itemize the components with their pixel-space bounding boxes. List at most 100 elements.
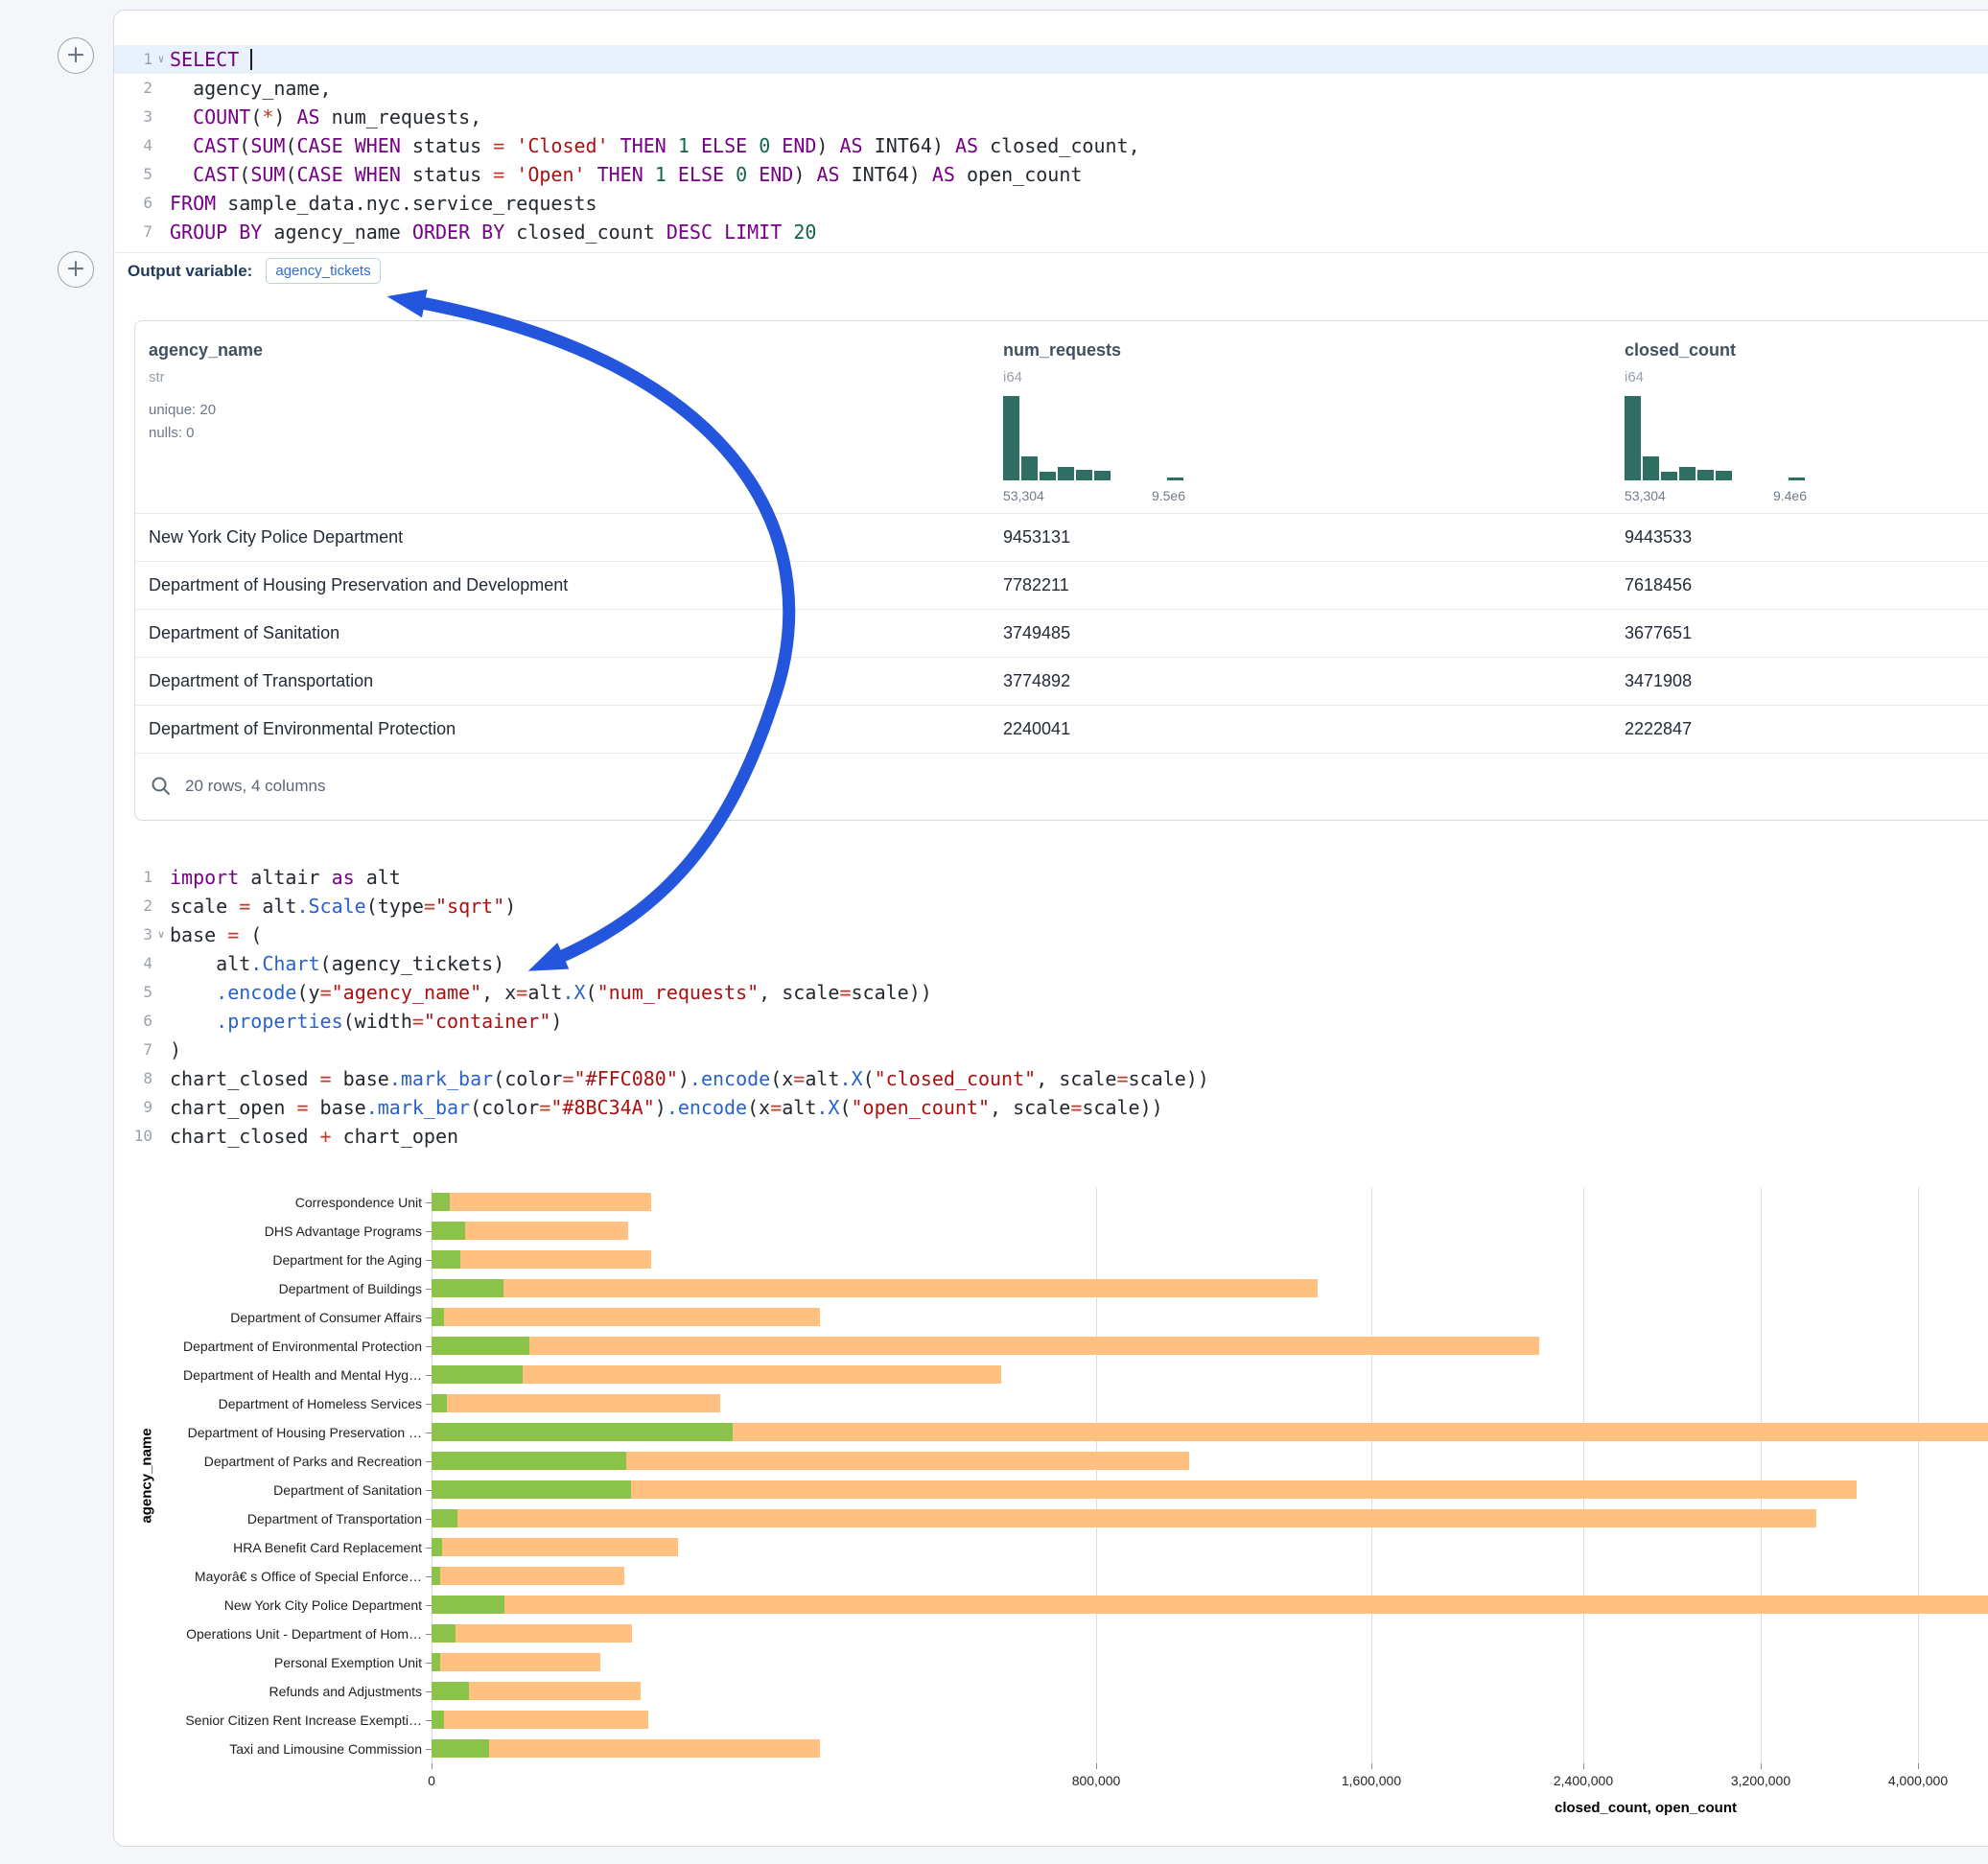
histogram-bar xyxy=(1625,396,1641,480)
table-cell: 7618456 xyxy=(1625,562,1692,609)
chart-bar-open xyxy=(432,1250,460,1269)
code-line[interactable]: 6FROM sample_data.nyc.service_requests xyxy=(114,189,1988,218)
x-tick-mark xyxy=(1096,1763,1097,1769)
code-text: alt.Chart(agency_tickets) xyxy=(170,949,504,978)
chart-bar-open xyxy=(432,1567,440,1585)
fold-chevron-icon[interactable]: ∨ xyxy=(152,45,170,74)
code-line[interactable]: 4 alt.Chart(agency_tickets) xyxy=(114,949,1988,978)
code-token: = xyxy=(1070,1096,1082,1119)
line-number: 3 xyxy=(114,103,152,131)
chart-row xyxy=(432,1418,1988,1447)
table-cell: 7782211 xyxy=(1003,562,1069,609)
code-line[interactable]: 7) xyxy=(114,1036,1988,1064)
code-token: = xyxy=(839,981,851,1004)
code-token: num_requests, xyxy=(320,105,482,128)
add-cell-button-middle[interactable]: + xyxy=(58,251,94,288)
code-line[interactable]: 2 agency_name, xyxy=(114,74,1988,103)
y-axis-label: Personal Exemption Unit xyxy=(134,1648,432,1677)
chart-bar-closed xyxy=(432,1337,1539,1355)
code-line[interactable]: 6 .properties(width="container") xyxy=(114,1007,1988,1036)
fold-spacer xyxy=(152,1007,170,1036)
code-line[interactable]: 4 CAST(SUM(CASE WHEN status = 'Closed' T… xyxy=(114,131,1988,160)
code-line[interactable]: 9chart_open = base.mark_bar(color="#8BC3… xyxy=(114,1093,1988,1122)
fold-spacer xyxy=(152,131,170,160)
code-token: 'Closed' xyxy=(516,134,608,157)
chart-row xyxy=(432,1619,1988,1648)
code-line[interactable]: 2scale = alt.Scale(type="sqrt") xyxy=(114,892,1988,920)
code-token xyxy=(690,134,701,157)
code-token: "#8BC34A" xyxy=(550,1096,654,1119)
chart-bar-closed xyxy=(432,1308,820,1326)
code-token xyxy=(170,134,193,157)
fold-spacer xyxy=(152,1036,170,1064)
code-token: "agency_name" xyxy=(332,981,482,1004)
code-token: altair xyxy=(239,866,331,889)
line-number: 5 xyxy=(114,160,152,189)
histogram-bar xyxy=(1643,456,1659,480)
chart-row xyxy=(432,1648,1988,1677)
code-line[interactable]: 1import altair as alt xyxy=(114,863,1988,892)
column-stat: nulls: 0 xyxy=(149,425,195,441)
line-number: 6 xyxy=(114,1007,152,1036)
table-row[interactable]: Department of Sanitation37494853677651 xyxy=(135,609,1988,657)
sql-code-cell[interactable]: 1∨SELECT 2 agency_name,3 COUNT(*) AS num… xyxy=(114,45,1988,246)
y-axis-label-text: Department of Housing Preservation … xyxy=(188,1425,422,1440)
fold-spacer xyxy=(152,1093,170,1122)
y-axis-label: Department of Sanitation xyxy=(134,1476,432,1504)
code-line[interactable]: 7GROUP BY agency_name ORDER BY closed_co… xyxy=(114,218,1988,246)
code-token: = xyxy=(493,163,504,186)
code-line[interactable]: 3∨base = ( xyxy=(114,920,1988,949)
code-token: "#FFC080" xyxy=(573,1067,677,1090)
table-row[interactable]: Department of Transportation377489234719… xyxy=(135,657,1988,705)
code-token: scale)) xyxy=(1082,1096,1162,1119)
code-line[interactable]: 1∨SELECT xyxy=(114,45,1988,74)
table-cell: 2222847 xyxy=(1625,706,1692,753)
search-icon[interactable] xyxy=(151,776,172,802)
y-axis-label: Department of Housing Preservation … xyxy=(134,1418,432,1447)
code-token: = xyxy=(539,1096,550,1119)
code-token: BY xyxy=(239,221,262,244)
table-row[interactable]: New York City Police Department945313194… xyxy=(135,513,1988,561)
line-number: 4 xyxy=(114,131,152,160)
code-text: CAST(SUM(CASE WHEN status = 'Closed' THE… xyxy=(170,131,1140,160)
line-number: 5 xyxy=(114,978,152,1007)
code-token: AS xyxy=(816,163,839,186)
fold-spacer xyxy=(152,949,170,978)
chart-plot-area xyxy=(432,1188,1988,1763)
code-token: SUM xyxy=(250,134,285,157)
code-line[interactable]: 5 CAST(SUM(CASE WHEN status = 'Open' THE… xyxy=(114,160,1988,189)
table-cell: Department of Transportation xyxy=(149,658,373,705)
code-line[interactable]: 5 .encode(y="agency_name", x=alt.X("num_… xyxy=(114,978,1988,1007)
table-row[interactable]: Department of Housing Preservation and D… xyxy=(135,561,1988,609)
code-line[interactable]: 10chart_closed + chart_open xyxy=(114,1122,1988,1151)
code-token: CAST xyxy=(193,163,239,186)
table-cell: New York City Police Department xyxy=(149,514,403,561)
code-text: SELECT xyxy=(170,45,252,74)
output-variable-pill[interactable]: agency_tickets xyxy=(266,258,380,284)
table-row[interactable]: Department of Environmental Protection 22… xyxy=(135,705,1988,754)
code-token: = xyxy=(296,1096,308,1119)
add-cell-button-top[interactable]: + xyxy=(58,37,94,74)
code-line[interactable]: 3 COUNT(*) AS num_requests, xyxy=(114,103,1988,131)
code-token xyxy=(343,163,355,186)
code-token: 0 xyxy=(759,134,770,157)
chart-row xyxy=(432,1188,1988,1217)
table-cell: Department of Environmental Protection xyxy=(149,706,456,753)
code-line[interactable]: 8chart_closed = base.mark_bar(color="#FF… xyxy=(114,1064,1988,1093)
chart-row xyxy=(432,1562,1988,1591)
code-token: chart_closed xyxy=(170,1125,320,1148)
code-token: .encode xyxy=(667,1096,747,1119)
code-token: = xyxy=(320,1067,332,1090)
y-axis-label-text: Senior Citizen Rent Increase Exempti… xyxy=(185,1713,422,1728)
x-tick-mark xyxy=(1918,1763,1919,1769)
code-token: CASE xyxy=(296,163,342,186)
code-token xyxy=(504,134,516,157)
chart-bar-open xyxy=(432,1394,447,1412)
code-token: base xyxy=(170,923,227,946)
code-token: chart_closed xyxy=(170,1067,320,1090)
python-code-cell[interactable]: 1import altair as alt2scale = alt.Scale(… xyxy=(114,863,1988,1151)
fold-chevron-icon[interactable]: ∨ xyxy=(152,920,170,949)
column-name: agency_name xyxy=(149,340,263,361)
code-token: ( xyxy=(285,163,296,186)
column-stat: unique: 20 xyxy=(149,402,216,418)
